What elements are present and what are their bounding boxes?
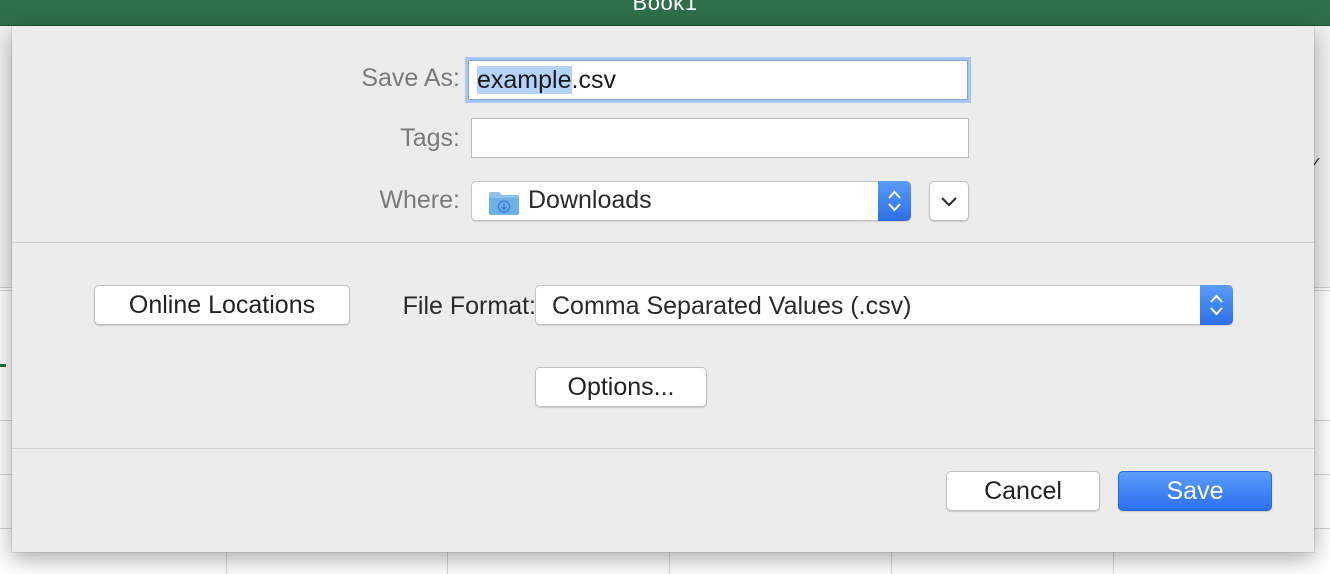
popup-arrows-icon [1200,285,1233,325]
options-button[interactable]: Options... [535,367,707,407]
chevron-down-icon [941,197,957,207]
separator [12,242,1314,243]
file-format-label: File Format: [402,292,536,320]
where-popup[interactable]: Downloads [471,181,911,221]
file-format-popup[interactable]: Comma Separated Values (.csv) [535,285,1233,325]
window-titlebar[interactable]: Book1 [0,0,1330,26]
tags-field[interactable] [471,118,969,158]
save-as-label: Save As: [361,64,460,92]
tags-label: Tags: [400,124,460,152]
filename-selected-text: example [477,66,572,94]
popup-arrows-icon [878,181,911,221]
file-format-value: Comma Separated Values (.csv) [552,292,912,320]
active-cell-marker [0,364,6,367]
online-locations-button[interactable]: Online Locations [94,285,350,325]
where-label: Where: [379,186,460,214]
save-button[interactable]: Save [1118,471,1272,511]
filename-extension-text: .csv [571,66,616,94]
save-dialog: Save As: example.csv Tags: Where: Downlo… [12,26,1314,552]
cancel-button[interactable]: Cancel [946,471,1100,511]
separator [12,448,1314,449]
expand-dialog-button[interactable] [929,181,969,221]
save-as-field[interactable]: example.csv [468,60,968,100]
downloads-folder-icon [488,190,520,223]
window-title: Book1 [632,0,698,15]
where-popup-value: Downloads [528,186,652,214]
